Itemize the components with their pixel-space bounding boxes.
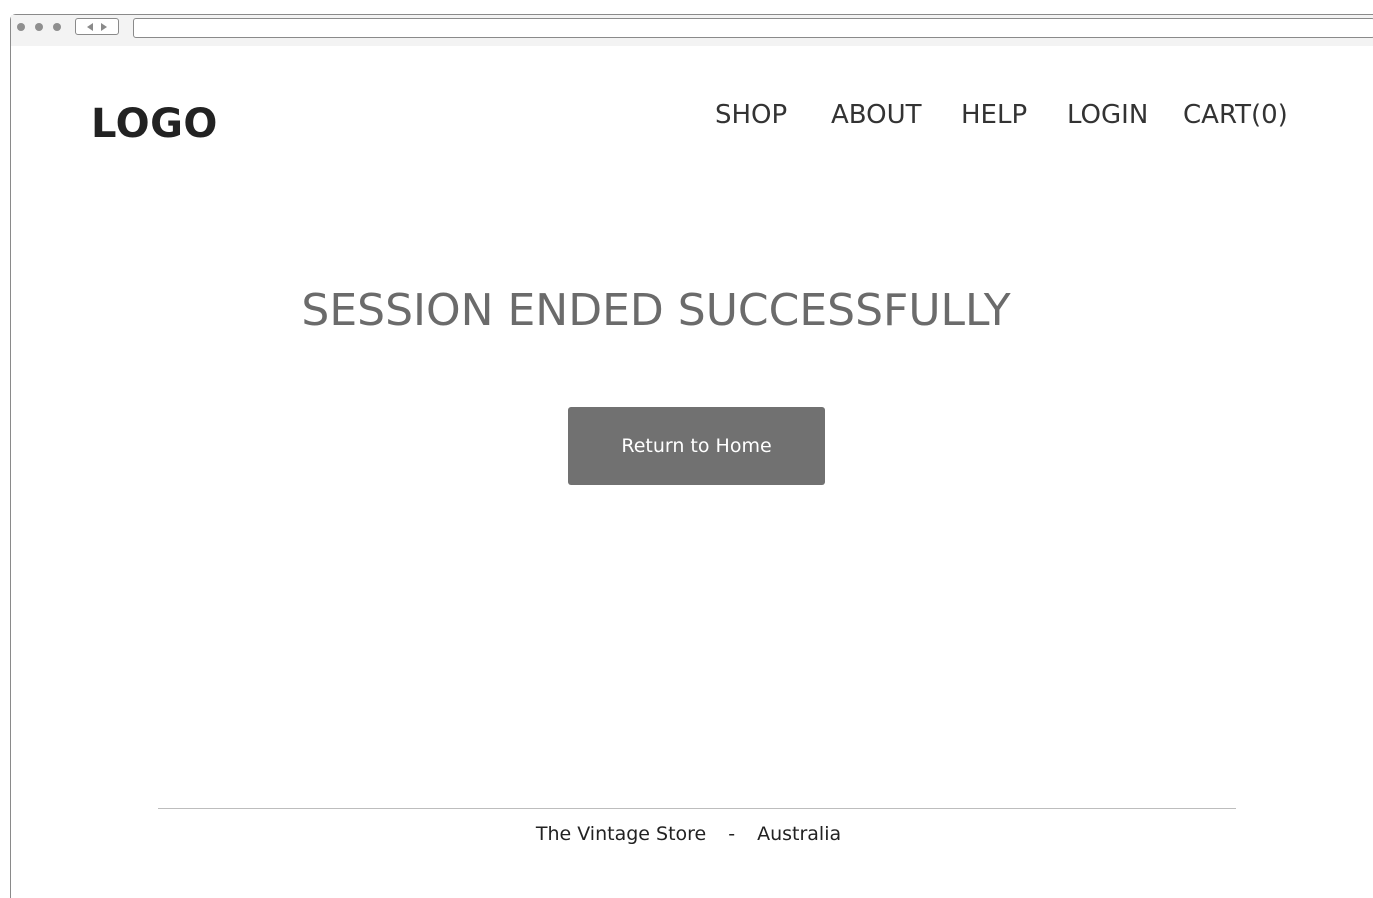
browser-window: LOGO SHOP ABOUT HELP LOGIN CART(0) SESSI… — [10, 14, 1373, 898]
main-nav: SHOP ABOUT HELP LOGIN CART(0) — [11, 100, 1373, 134]
footer-country: Australia — [757, 823, 842, 845]
footer-store-name: The Vintage Store — [535, 823, 707, 845]
address-bar[interactable] — [133, 18, 1373, 38]
back-arrow-icon[interactable] — [87, 22, 93, 31]
window-dot-icon — [17, 23, 25, 31]
footer-divider — [158, 808, 1236, 809]
return-home-button[interactable]: Return to Home — [568, 407, 825, 485]
nav-about[interactable]: ABOUT — [831, 100, 922, 130]
page-title: SESSION ENDED SUCCESSFULLY — [301, 285, 1011, 336]
window-dot-icon — [53, 23, 61, 31]
nav-cart[interactable]: CART(0) — [1183, 100, 1288, 130]
browser-nav-buttons[interactable] — [75, 18, 119, 35]
nav-shop[interactable]: SHOP — [715, 100, 787, 130]
footer: The Vintage Store - Australia — [11, 823, 1366, 845]
forward-arrow-icon[interactable] — [101, 22, 107, 31]
nav-help[interactable]: HELP — [961, 100, 1027, 130]
nav-login[interactable]: LOGIN — [1067, 100, 1148, 130]
browser-chrome — [11, 15, 1373, 46]
footer-separator: - — [728, 823, 736, 845]
window-dot-icon — [35, 23, 43, 31]
